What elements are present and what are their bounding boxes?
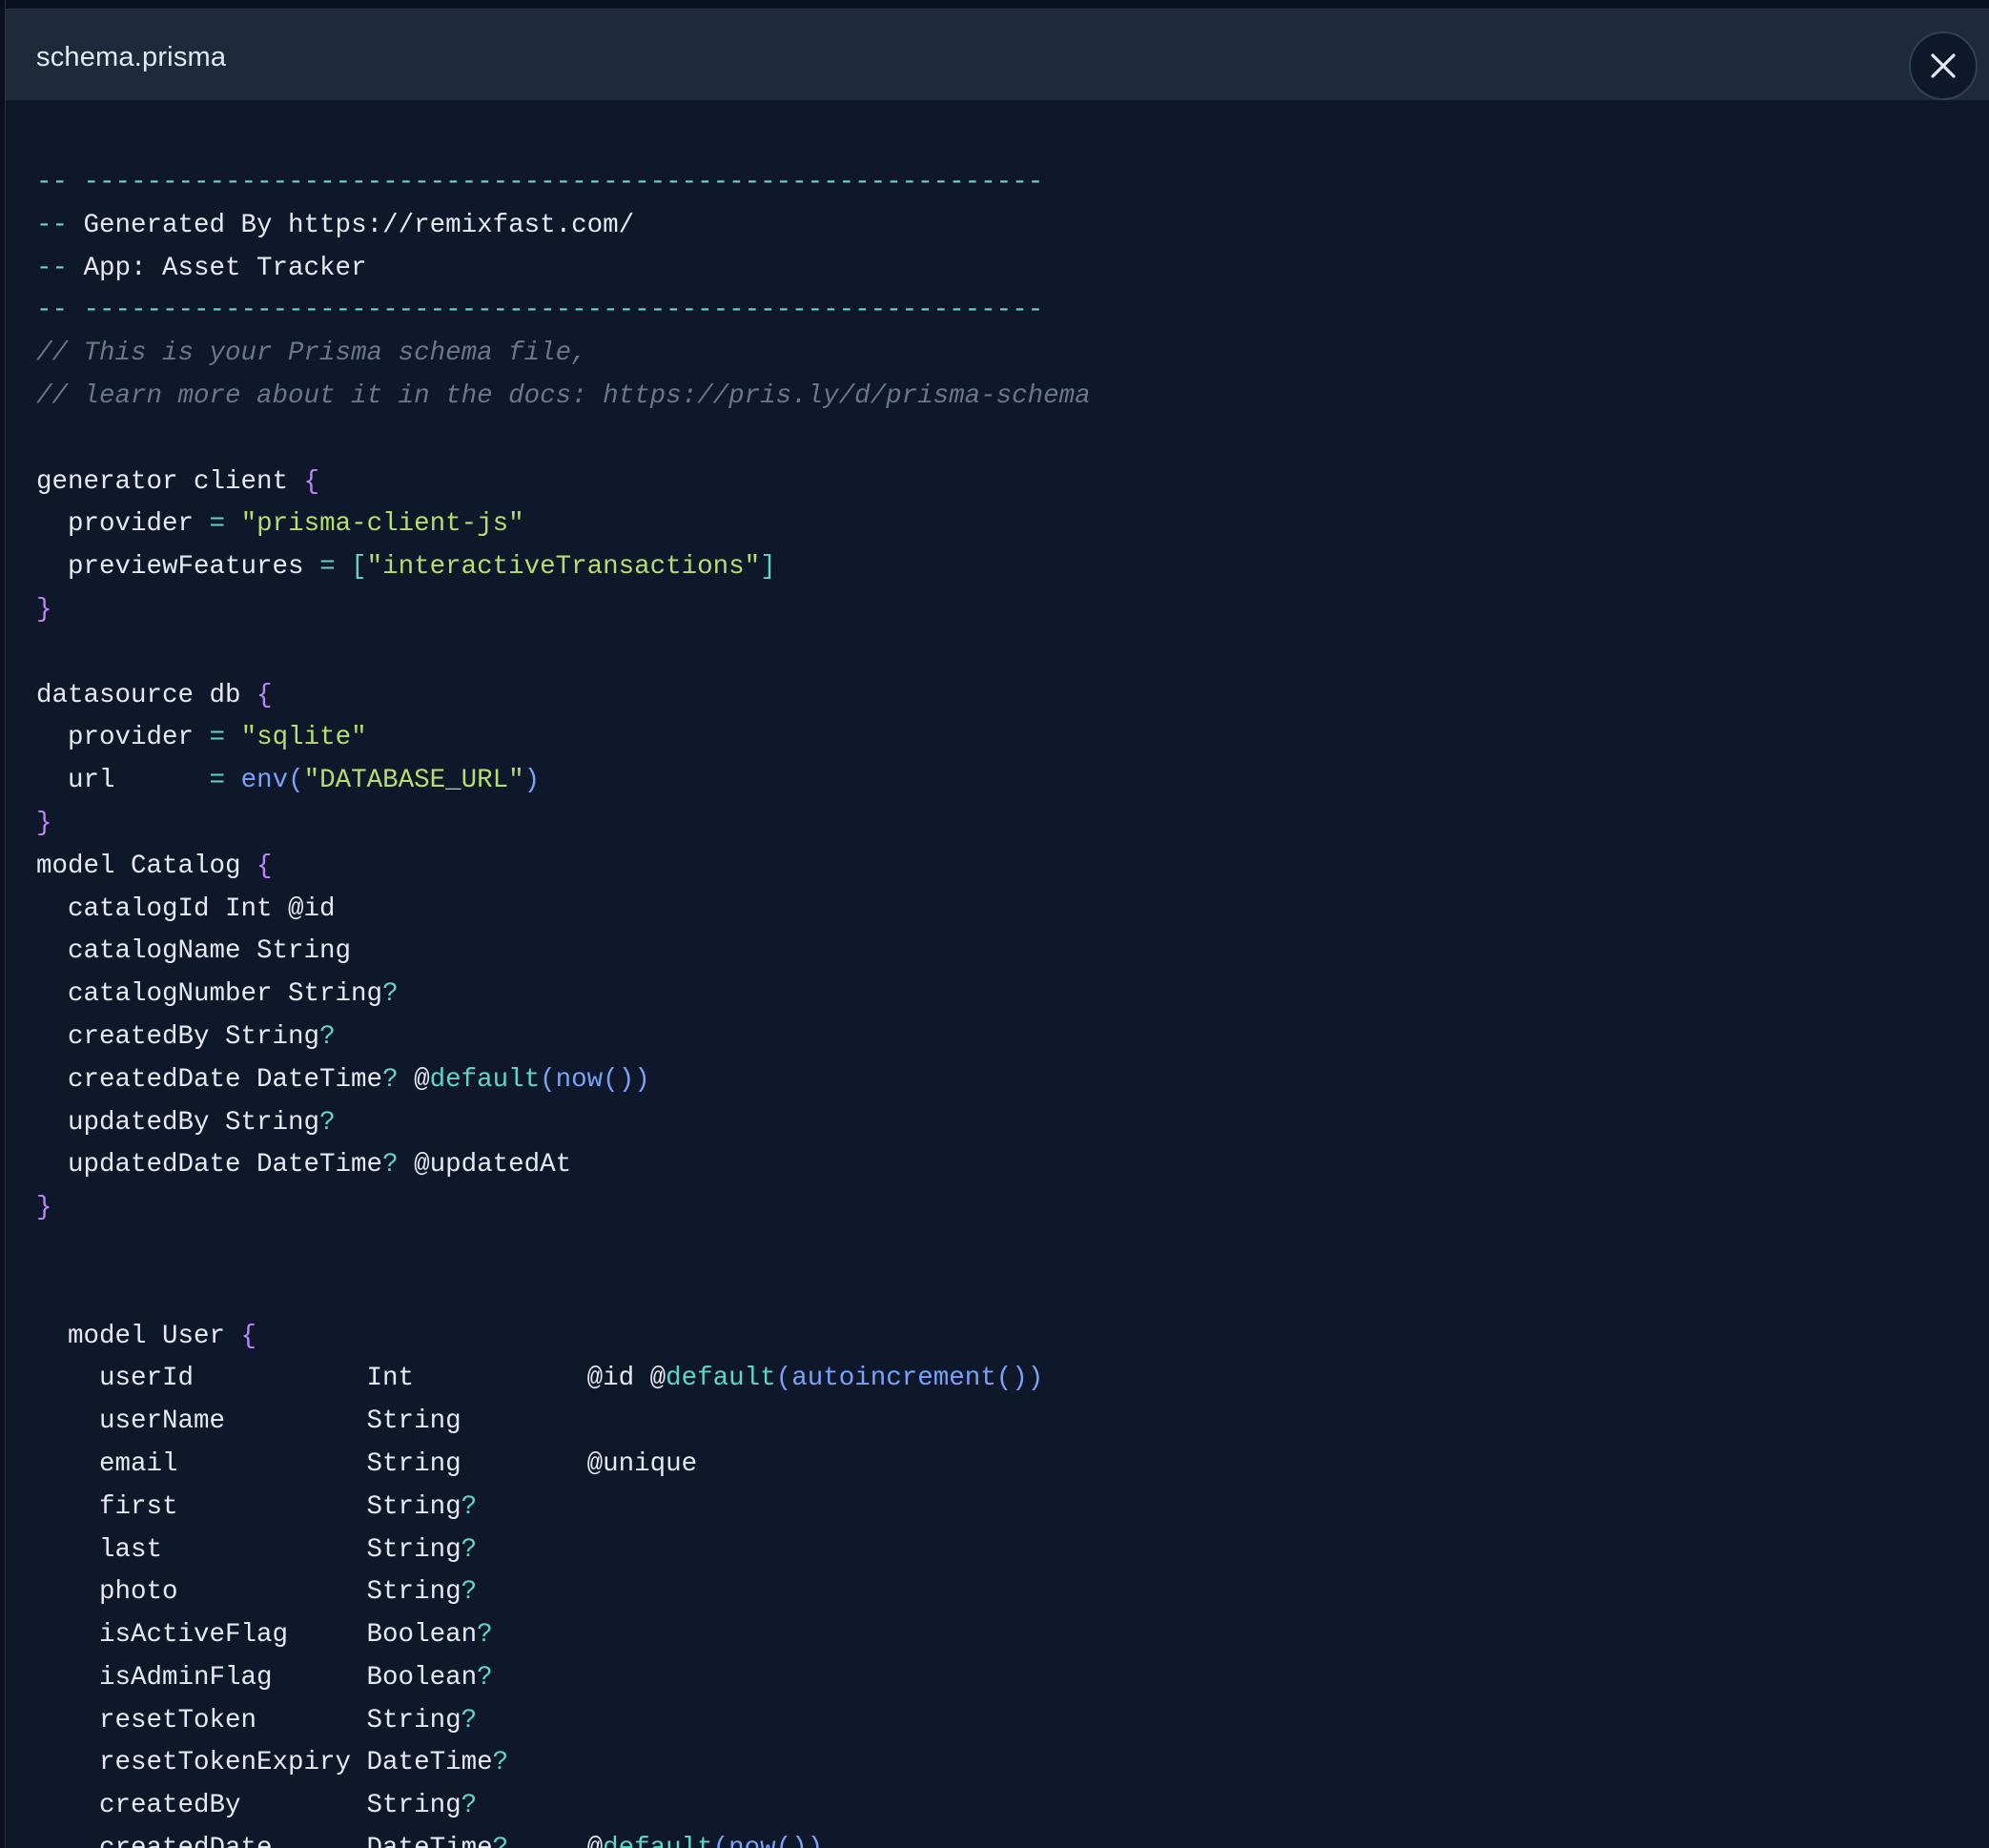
code-line: -- App: Asset Tracker xyxy=(36,253,367,283)
code-line: isAdminFlag Boolean? xyxy=(36,1662,493,1693)
code-line: photo String? xyxy=(36,1577,478,1608)
code-line: catalogId Int @id xyxy=(36,893,336,924)
code-line: first String? xyxy=(36,1491,478,1522)
code-line: ​ xyxy=(36,419,1091,462)
code-line: catalogNumber String? xyxy=(36,979,399,1010)
code-line: userName String xyxy=(36,1407,461,1437)
code-line: } xyxy=(36,1193,52,1223)
close-button[interactable] xyxy=(1909,31,1978,100)
modal-header: schema.prisma xyxy=(6,10,1989,100)
close-icon xyxy=(1931,53,1956,78)
code-line: datasource db { xyxy=(36,680,273,710)
code-line: createdDate DateTime? @default(now()) xyxy=(36,1064,650,1095)
code-line: isActiveFlag Boolean? xyxy=(36,1620,493,1651)
code-line: -- -------------------------------------… xyxy=(36,296,1044,326)
code-line: ​ xyxy=(36,1230,1091,1273)
code-line: userId Int @id @default(autoincrement()) xyxy=(36,1364,1044,1394)
code-line: } xyxy=(36,808,52,838)
modal-title: schema.prisma xyxy=(36,42,227,72)
code-line: updatedBy String? xyxy=(36,1107,336,1138)
code-line: createdBy String? xyxy=(36,1021,336,1052)
code-line: provider = "prisma-client-js" xyxy=(36,509,524,540)
code-line: model Catalog { xyxy=(36,851,273,881)
code-viewer[interactable]: -- -------------------------------------… xyxy=(6,101,1989,1848)
code-line: createdBy String? xyxy=(36,1791,478,1821)
code-line: previewFeatures = ["interactiveTransacti… xyxy=(36,552,776,583)
window-top-edge xyxy=(0,0,1989,10)
code-line: // This is your Prisma schema file, xyxy=(36,339,587,369)
code-line: updatedDate DateTime? @updatedAt xyxy=(36,1150,572,1181)
code-line: createdDate DateTime? @default(now()) xyxy=(36,1828,1091,1848)
code-line: } xyxy=(36,594,52,625)
code-line: resetTokenExpiry DateTime? xyxy=(36,1748,509,1778)
code-line: resetToken String? xyxy=(36,1705,478,1735)
code-line: catalogName String xyxy=(36,936,352,967)
code-line: url = env("DATABASE_URL") xyxy=(36,766,541,796)
code-line: -- -------------------------------------… xyxy=(36,168,1044,197)
code-line: generator client { xyxy=(36,466,320,497)
code-line: email String @unique xyxy=(36,1448,698,1479)
code-line: ​ xyxy=(36,1273,1091,1316)
code-line: provider = "sqlite" xyxy=(36,723,367,753)
code-line: -- Generated By https://remixfast.com/ xyxy=(36,210,635,240)
code-block: -- -------------------------------------… xyxy=(36,162,1091,1848)
code-line: last String? xyxy=(36,1534,478,1565)
code-line: // learn more about it in the docs: http… xyxy=(36,380,1091,411)
code-line: ​ xyxy=(36,632,1091,675)
code-line: model User { xyxy=(36,1321,257,1351)
